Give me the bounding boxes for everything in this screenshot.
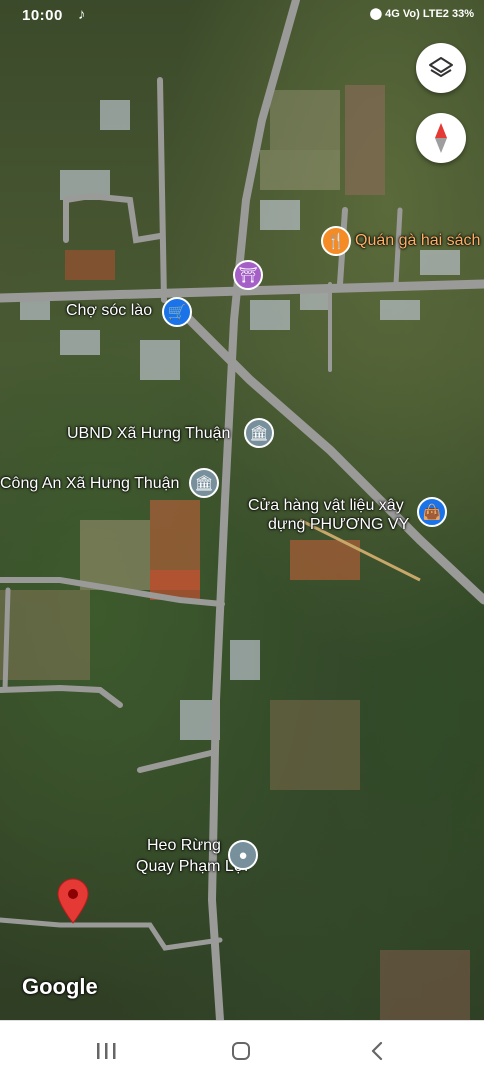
back-icon [371,1041,383,1061]
restaurant-pin-2[interactable]: ● [228,840,258,870]
location-dot-icon: ● [238,846,248,864]
restaurant-pin[interactable]: 🍴 [321,226,351,256]
hardware-store-pin[interactable]: 👜 [417,497,447,527]
place-label[interactable]: Công An Xã Hưng Thuận [0,474,179,494]
place-label[interactable]: UBND Xã Hưng Thuận [67,424,230,444]
google-attribution: Google [22,974,98,999]
status-indicators: ⬤ 4G Vo) LTE2 33% [370,7,474,20]
layers-button[interactable] [416,43,466,93]
home-button[interactable] [221,1035,261,1067]
place-label-line1[interactable]: Cửa hàng vật liệu xây [248,496,404,516]
market-pin[interactable]: 🛒 [162,297,192,327]
satellite-map[interactable]: 🍴 Quán gà hai sách ⛩ Chợ sóc lào 🛒 UBND … [0,0,484,1020]
system-nav-bar [0,1020,484,1081]
temple-icon: ⛩ [238,267,258,284]
compass-button[interactable] [416,113,466,163]
place-label-line2[interactable]: dựng PHƯƠNG VY [268,515,409,535]
ubnd-pin[interactable]: 🏛 [244,418,274,448]
place-label[interactable]: Chợ sóc lào [66,301,152,321]
place-label-line1[interactable]: Heo Rừng [147,836,221,856]
dropped-pin-icon[interactable] [56,878,90,924]
government-building-icon: 🏛 [194,475,214,492]
place-label[interactable]: Quán gà hai sách [355,231,480,251]
home-icon [232,1042,250,1060]
status-bar: 10:00 ♪ ⬤ 4G Vo) LTE2 33% [0,0,484,32]
temple-pin[interactable]: ⛩ [233,260,263,290]
compass-icon [435,123,447,153]
back-button[interactable] [357,1035,397,1067]
recent-apps-icon [97,1043,116,1059]
government-building-icon: 🏛 [249,425,269,442]
layers-icon [429,57,453,77]
status-right-text: 4G Vo) LTE2 33% [385,8,474,20]
shopping-cart-icon: 🛒 [167,304,187,321]
restaurant-icon: 🍴 [326,233,346,250]
location-icon: ⬤ [369,8,383,20]
recent-apps-button[interactable] [86,1035,126,1067]
police-pin[interactable]: 🏛 [189,468,219,498]
shopping-bag-icon: 👜 [422,504,442,521]
status-time: 10:00 [22,7,63,24]
tiktok-icon: ♪ [78,6,86,23]
